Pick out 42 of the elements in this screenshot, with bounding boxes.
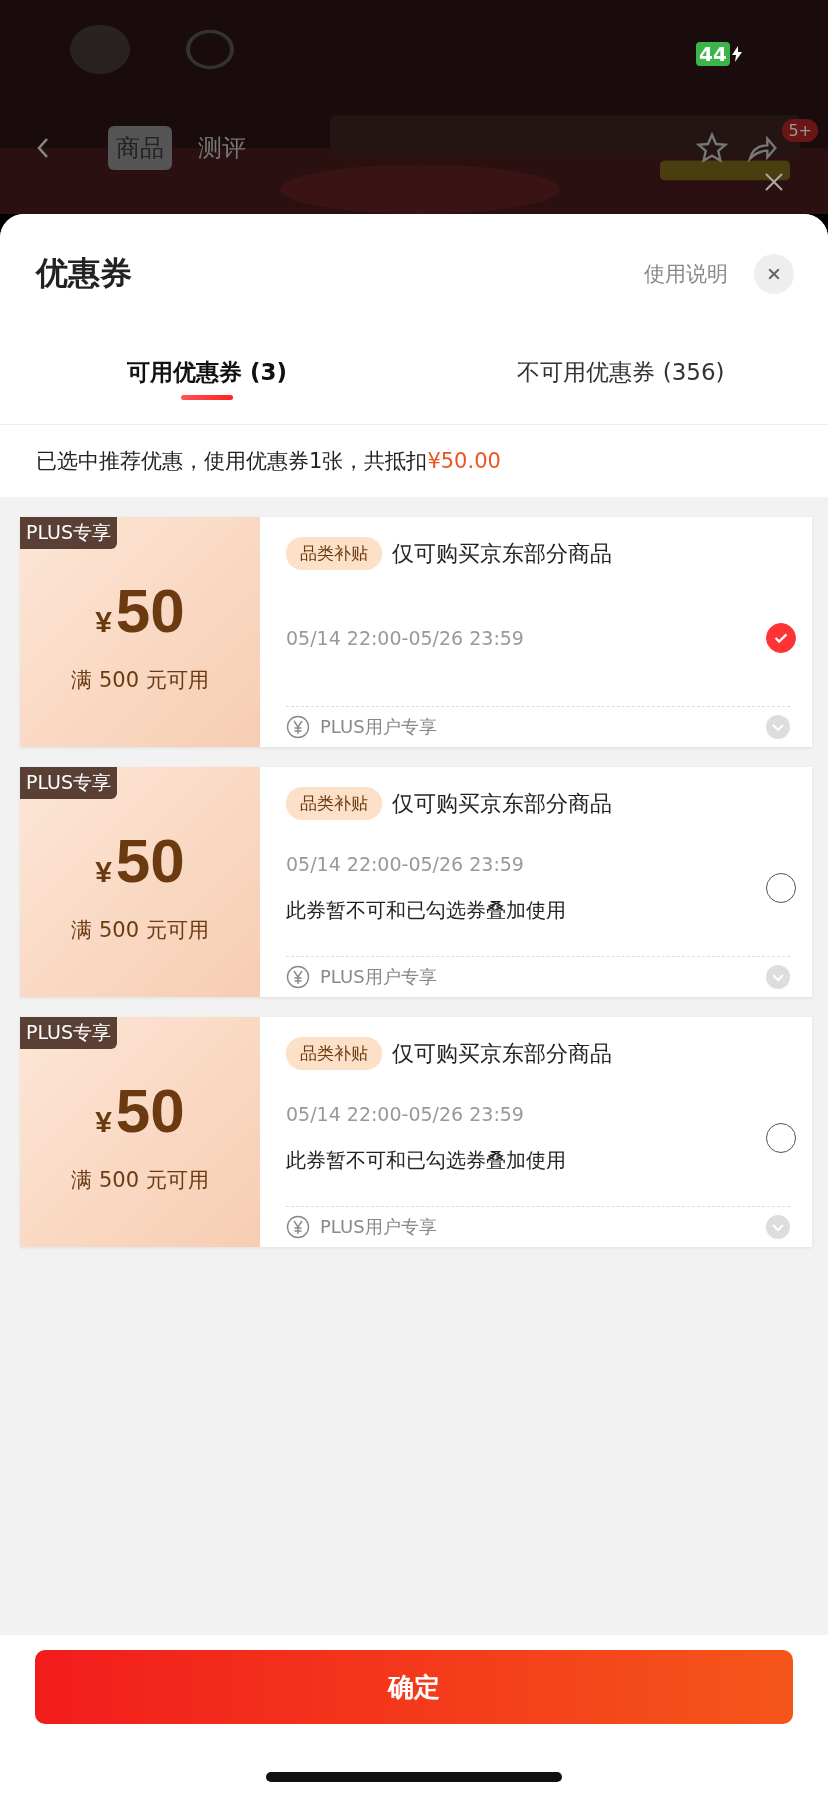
sheet-title: 优惠券 — [36, 253, 132, 294]
coupon-condition: 满 500 元可用 — [71, 917, 209, 944]
validity-text: 05/14 22:00-05/26 23:59 — [286, 1102, 525, 1125]
close-icon[interactable] — [764, 172, 784, 192]
plus-tag: PLUS专享 — [20, 517, 118, 549]
coupon-scope: 仅可购买京东部分商品 — [392, 1039, 612, 1068]
coupon-card[interactable]: PLUS专享 ¥50 满 500 元可用 品类补贴 仅可购买京东部分商品 05/14 22:00-05/26 23:59 PLUS用户专享 — [20, 517, 812, 747]
coupon-note: 此券暂不可和已勾选券叠加使用 — [286, 1146, 567, 1174]
coupon-scope: 仅可购买京东部分商品 — [392, 539, 612, 568]
tab[interactable]: 可用优惠券 (3) — [0, 344, 414, 400]
footer-text: PLUS用户专享 — [320, 965, 437, 989]
coupon-card[interactable]: PLUS专享 ¥50 满 500 元可用 品类补贴 仅可购买京东部分商品 05/14 22:00-05/26 23:59 此券暂不可和已勾选券叠加使用 PLUS用户专享 — [20, 767, 812, 997]
category-tag: 品类补贴 — [286, 1037, 382, 1070]
category-tag: 品类补贴 — [286, 537, 382, 570]
summary-text: 已选中推荐优惠，使用优惠券1张，共抵扣¥50.00 — [0, 425, 828, 497]
yen-icon — [286, 715, 310, 739]
coupon-note: 此券暂不可和已勾选券叠加使用 — [286, 896, 567, 924]
coupon-condition: 满 500 元可用 — [71, 667, 209, 694]
footer-text: PLUS用户专享 — [320, 1215, 437, 1239]
yen-icon — [286, 965, 310, 989]
validity-text: 05/14 22:00-05/26 23:59 — [286, 852, 525, 875]
plus-tag: PLUS专享 — [20, 1017, 118, 1049]
coupon-value: ¥50 — [95, 1075, 185, 1146]
back-icon[interactable] — [36, 136, 50, 160]
coupon-scope: 仅可购买京东部分商品 — [392, 789, 612, 818]
close-button[interactable] — [754, 254, 794, 294]
coupon-value: ¥50 — [95, 575, 185, 646]
checked-radio[interactable] — [766, 623, 796, 653]
help-link[interactable]: 使用说明 — [644, 260, 728, 288]
tab[interactable]: 测评 — [190, 126, 254, 170]
footer-text: PLUS用户专享 — [320, 715, 437, 739]
yen-icon — [286, 1215, 310, 1239]
coupon-card[interactable]: PLUS专享 ¥50 满 500 元可用 品类补贴 仅可购买京东部分商品 05/14 22:00-05/26 23:59 此券暂不可和已勾选券叠加使用 PLUS用户专享 — [20, 1017, 812, 1247]
confirm-button[interactable]: 确定 — [35, 1650, 793, 1724]
validity-text: 05/14 22:00-05/26 23:59 — [286, 627, 525, 649]
star-icon[interactable] — [696, 132, 729, 164]
coupon-value: ¥50 — [95, 825, 185, 896]
category-tag: 品类补贴 — [286, 787, 382, 820]
plus-tag: PLUS专享 — [20, 767, 118, 799]
close-icon — [766, 266, 782, 282]
tab[interactable]: 不可用优惠券 (356) — [414, 344, 828, 400]
coupon-condition: 满 500 元可用 — [71, 1167, 209, 1194]
